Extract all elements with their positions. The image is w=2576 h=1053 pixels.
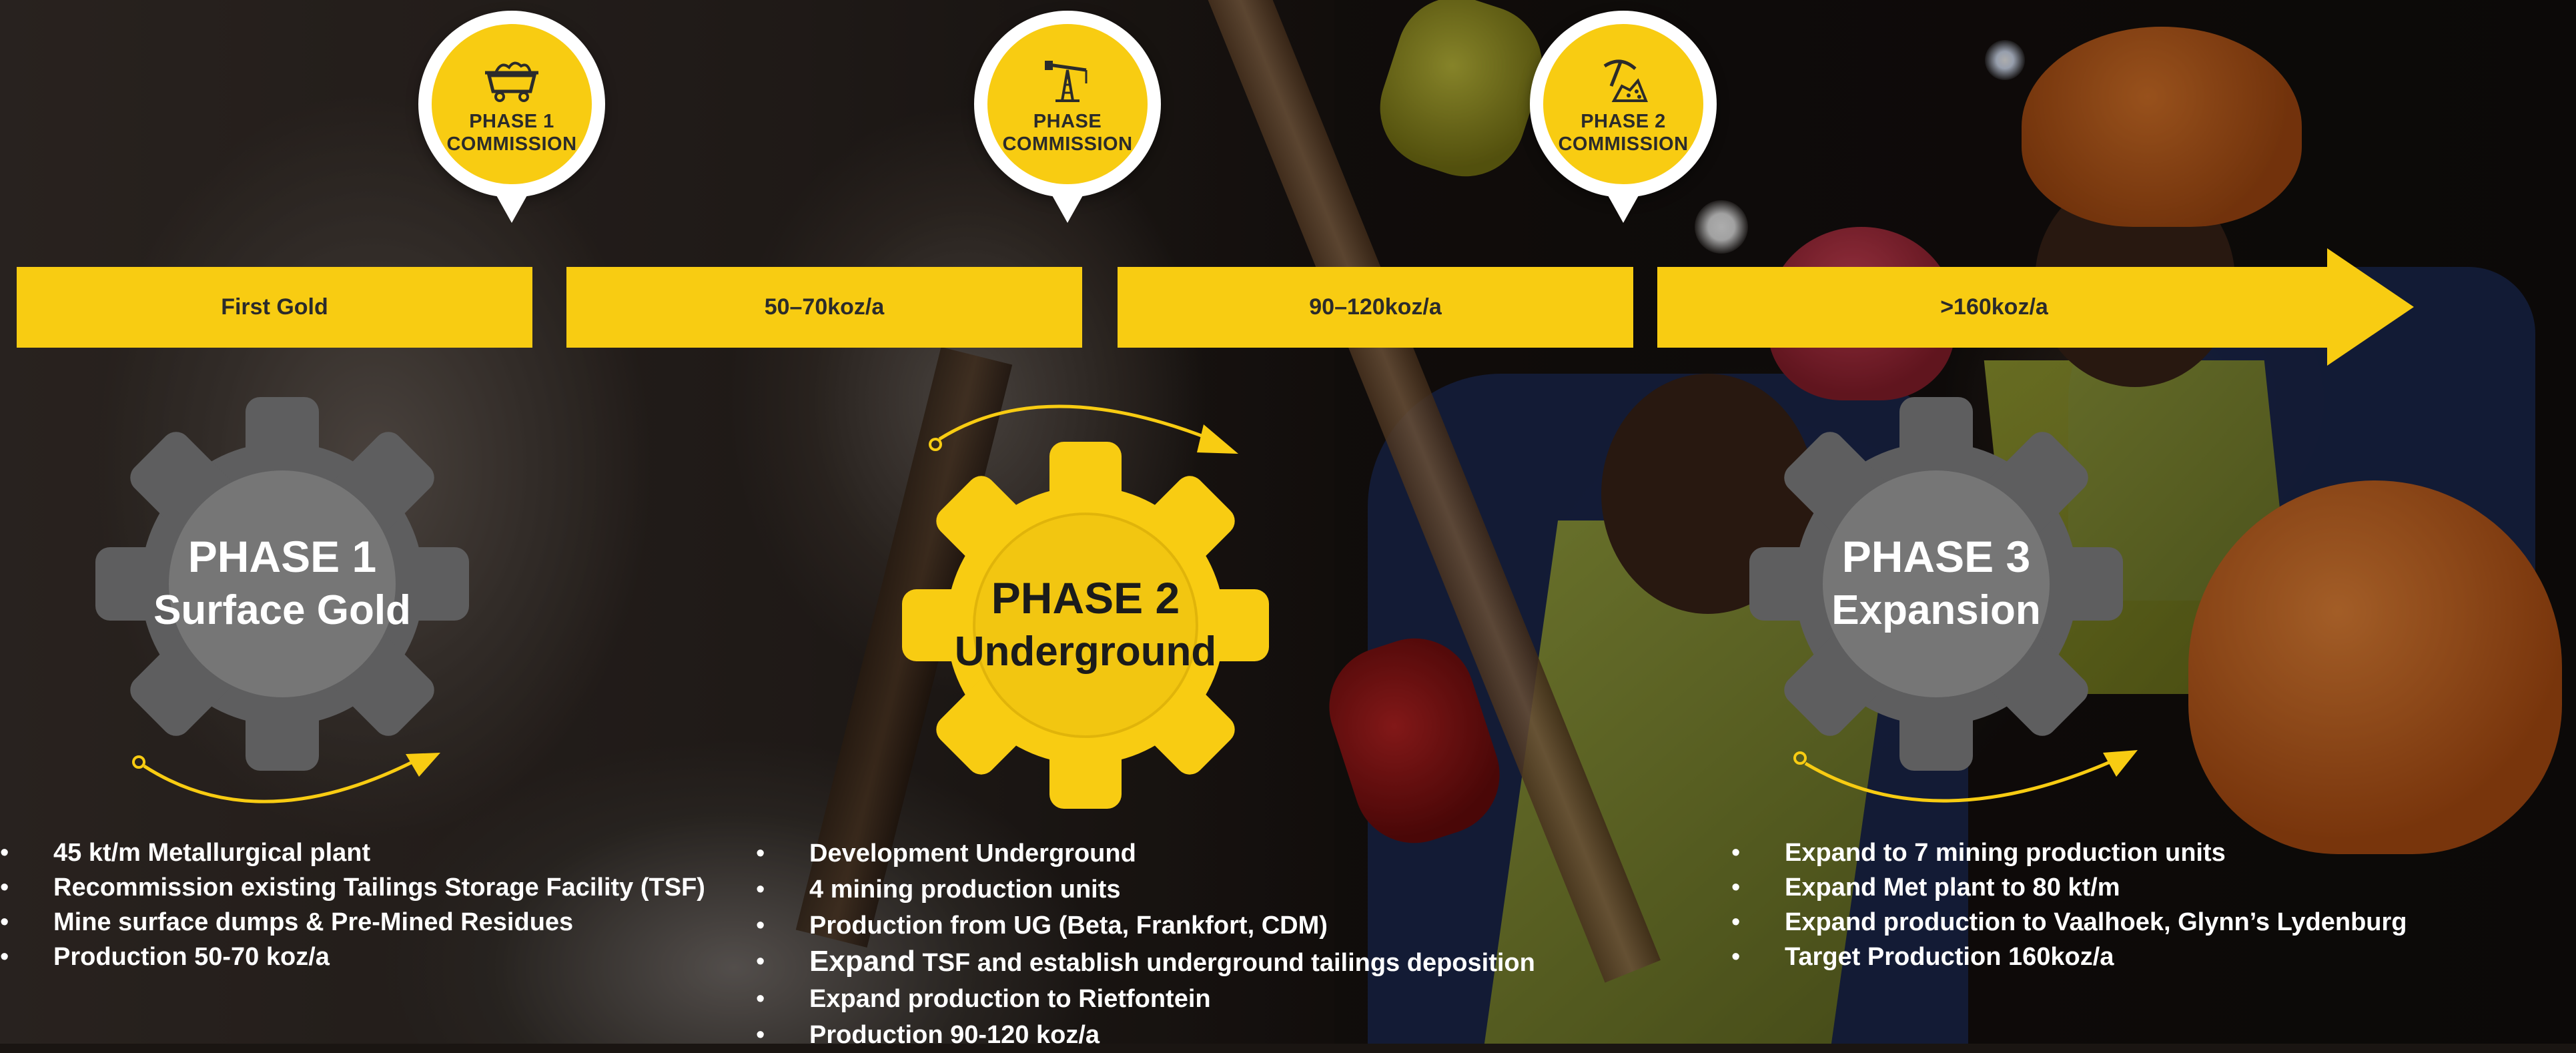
phase3-bullets: Expand to 7 mining production units Expa… (1731, 835, 2559, 974)
pin-line1: PHASE (1033, 111, 1102, 132)
phase-subtitle: Underground (954, 629, 1217, 675)
list-item: Expand to 7 mining production units (1731, 835, 2559, 870)
pin-phase1-commission: PHASE 1 COMMISSION (418, 11, 605, 223)
pin-line2: COMMISSION (1558, 133, 1689, 155)
phase2-gear: PHASE 2 Underground (902, 442, 1269, 809)
phase2-gear-label: PHASE 2 Underground (902, 442, 1269, 809)
timeline-label: 90–120koz/a (1309, 294, 1442, 320)
mine-cart-icon (485, 61, 538, 102)
bullet-lead-word: Expand (809, 945, 915, 978)
list-item: Expand TSF and establish underground tai… (756, 944, 1703, 981)
list-item: Production from UG (Beta, Frankfort, CDM… (756, 908, 1703, 944)
timeline-segment-first-gold: First Gold (17, 267, 532, 348)
bullet-text: TSF and establish underground tailings d… (922, 949, 1535, 977)
pin-pointer (1605, 190, 1642, 223)
pin-pointer (493, 190, 530, 223)
phase-subtitle: Surface Gold (153, 587, 411, 633)
list-item: Development Underground (756, 835, 1703, 871)
list-item: Target Production 160koz/a (1731, 940, 2559, 974)
list-item: Expand Met plant to 80 kt/m (1731, 870, 2559, 905)
pin-badge: PHASE 1 COMMISSION (432, 24, 592, 184)
pin-phase2-commission: PHASE 2 COMMISSION (1530, 11, 1717, 223)
phase-title: PHASE 2 (991, 573, 1180, 623)
pin-badge: PHASE 2 COMMISSION (1543, 24, 1703, 184)
pin-line1: PHASE 1 (469, 111, 554, 132)
list-item: Expand production to Rietfontein (756, 981, 1703, 1017)
pickaxe-ore-icon (1603, 59, 1648, 102)
list-item: Recommission existing Tailings Storage F… (0, 870, 707, 905)
phase3-gear-label: PHASE 3 Expansion (1749, 397, 2123, 771)
pin-line1: PHASE 2 (1581, 111, 1666, 132)
list-item: 45 kt/m Metallurgical plant (0, 835, 707, 870)
list-item: 4 mining production units (756, 871, 1703, 908)
timeline-segment-160: >160koz/a (1657, 267, 2331, 348)
pin-line2: COMMISSION (1002, 133, 1133, 155)
timeline-segment-90-120: 90–120koz/a (1118, 267, 1633, 348)
curved-arrow-icon (132, 753, 440, 803)
timeline-label: >160koz/a (1940, 294, 2048, 320)
phase1-bullets: 45 kt/m Metallurgical plant Recommission… (0, 835, 707, 974)
timeline-segment-50-70: 50–70koz/a (566, 267, 1082, 348)
timeline-label: 50–70koz/a (764, 294, 885, 320)
list-item: Production 90-120 koz/a (756, 1017, 1703, 1053)
list-item: Mine surface dumps & Pre-Mined Residues (0, 905, 707, 940)
list-item: Expand production to Vaalhoek, Glynn’s L… (1731, 905, 2559, 940)
phase-subtitle: Expansion (1831, 587, 2041, 633)
pin-phase-commission: PHASE COMMISSION (974, 11, 1161, 223)
phase-title: PHASE 1 (187, 532, 377, 581)
pin-line2: COMMISSION (446, 133, 577, 155)
pin-badge: PHASE COMMISSION (987, 24, 1148, 184)
timeline-arrow-head (2327, 248, 2414, 366)
phase1-gear: PHASE 1 Surface Gold (95, 397, 469, 771)
phase2-bullets: Development Underground 4 mining product… (756, 835, 1703, 1053)
oil-derrick-icon (1045, 61, 1088, 102)
phase1-gear-label: PHASE 1 Surface Gold (95, 397, 469, 771)
list-item: Production 50-70 koz/a (0, 940, 707, 974)
curved-arrow-icon (1793, 750, 2138, 803)
timeline-label: First Gold (221, 294, 328, 320)
pin-pointer (1049, 190, 1086, 223)
curved-arrow-icon (929, 404, 1238, 454)
phase-title: PHASE 3 (1841, 532, 2031, 581)
phase3-gear: PHASE 3 Expansion (1749, 397, 2123, 771)
